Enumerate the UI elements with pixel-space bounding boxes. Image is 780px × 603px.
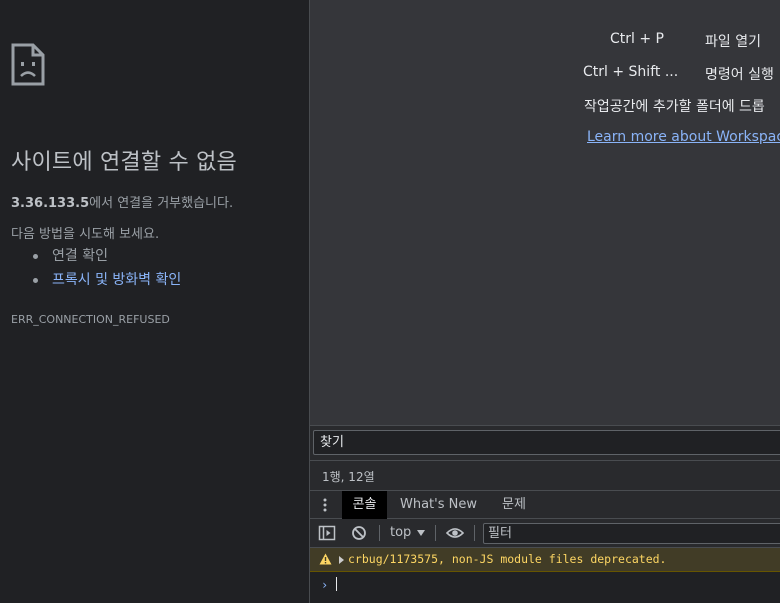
text-cursor: [336, 577, 337, 591]
shortcut-label-open-file: 파일 열기: [705, 34, 761, 50]
more-options-icon[interactable]: [322, 497, 328, 513]
cursor-position: 1행, 12열: [322, 470, 375, 484]
warning-text: crbug/1173575, non-JS module files depre…: [348, 552, 667, 566]
shortcut-keys-run-command: Ctrl + Shift ...: [583, 64, 679, 80]
expand-arrow-icon[interactable]: [339, 556, 344, 564]
clear-console-icon[interactable]: [350, 525, 368, 541]
dropdown-arrow-icon: [417, 529, 426, 536]
console-filter-input[interactable]: 필터: [483, 523, 780, 544]
try-suggestions-text: 다음 방법을 시도해 보세요.: [11, 227, 160, 242]
error-page: 사이트에 연결할 수 없음 3.36.133.5에서 연결을 거부했습니다. 다…: [0, 0, 309, 603]
editor-status-bar: 1행, 12열: [310, 460, 780, 490]
toolbar-divider: [474, 525, 475, 541]
workspace-learn-more-link[interactable]: Learn more about Workspaces: [587, 129, 780, 145]
error-title: 사이트에 연결할 수 없음: [11, 150, 237, 175]
tab-console[interactable]: 콘솔: [342, 491, 387, 519]
console-toolbar: top 필터: [310, 519, 780, 548]
drop-folder-hint: 작업공간에 추가할 폴더에 드롭: [584, 99, 765, 115]
toggle-sidebar-icon[interactable]: [318, 525, 336, 541]
suggestion-check-proxy-firewall-link[interactable]: 프록시 및 방화벽 확인: [33, 270, 181, 294]
console-warning-message[interactable]: crbug/1173575, non-JS module files depre…: [310, 548, 780, 572]
sad-page-icon: [11, 43, 45, 86]
live-expression-eye-icon[interactable]: [446, 525, 464, 541]
search-bar: 찾기: [310, 425, 780, 460]
warning-icon: [319, 553, 332, 565]
prompt-chevron-icon: ›: [321, 578, 329, 592]
search-input[interactable]: 찾기: [313, 430, 780, 455]
shortcut-keys-open-file: Ctrl + P: [610, 31, 664, 47]
context-selector-label: top: [390, 525, 412, 540]
context-selector[interactable]: top: [390, 523, 426, 543]
tab-whats-new[interactable]: What's New: [400, 491, 477, 519]
error-description: 3.36.133.5에서 연결을 거부했습니다.: [11, 192, 233, 211]
sources-editor-placeholder: Ctrl + P 파일 열기 Ctrl + Shift ... 명령어 실행 작…: [310, 0, 780, 425]
error-code: ERR_CONNECTION_REFUSED: [11, 313, 170, 326]
toolbar-divider: [379, 525, 380, 541]
error-description-text: 에서 연결을 거부했습니다.: [89, 196, 234, 211]
shortcut-label-run-command: 명령어 실행: [705, 67, 774, 83]
devtools-panel: Ctrl + P 파일 열기 Ctrl + Shift ... 명령어 실행 작…: [309, 0, 780, 603]
suggestion-check-connection: 연결 확인: [33, 246, 181, 270]
console-prompt[interactable]: ›: [310, 572, 780, 603]
toolbar-divider: [435, 525, 436, 541]
error-host: 3.36.133.5: [11, 196, 90, 211]
drawer-tab-bar: 콘솔 What's New 문제: [310, 490, 780, 519]
suggestion-list: 연결 확인 프록시 및 방화벽 확인: [33, 246, 181, 294]
tab-issues[interactable]: 문제: [502, 491, 526, 519]
